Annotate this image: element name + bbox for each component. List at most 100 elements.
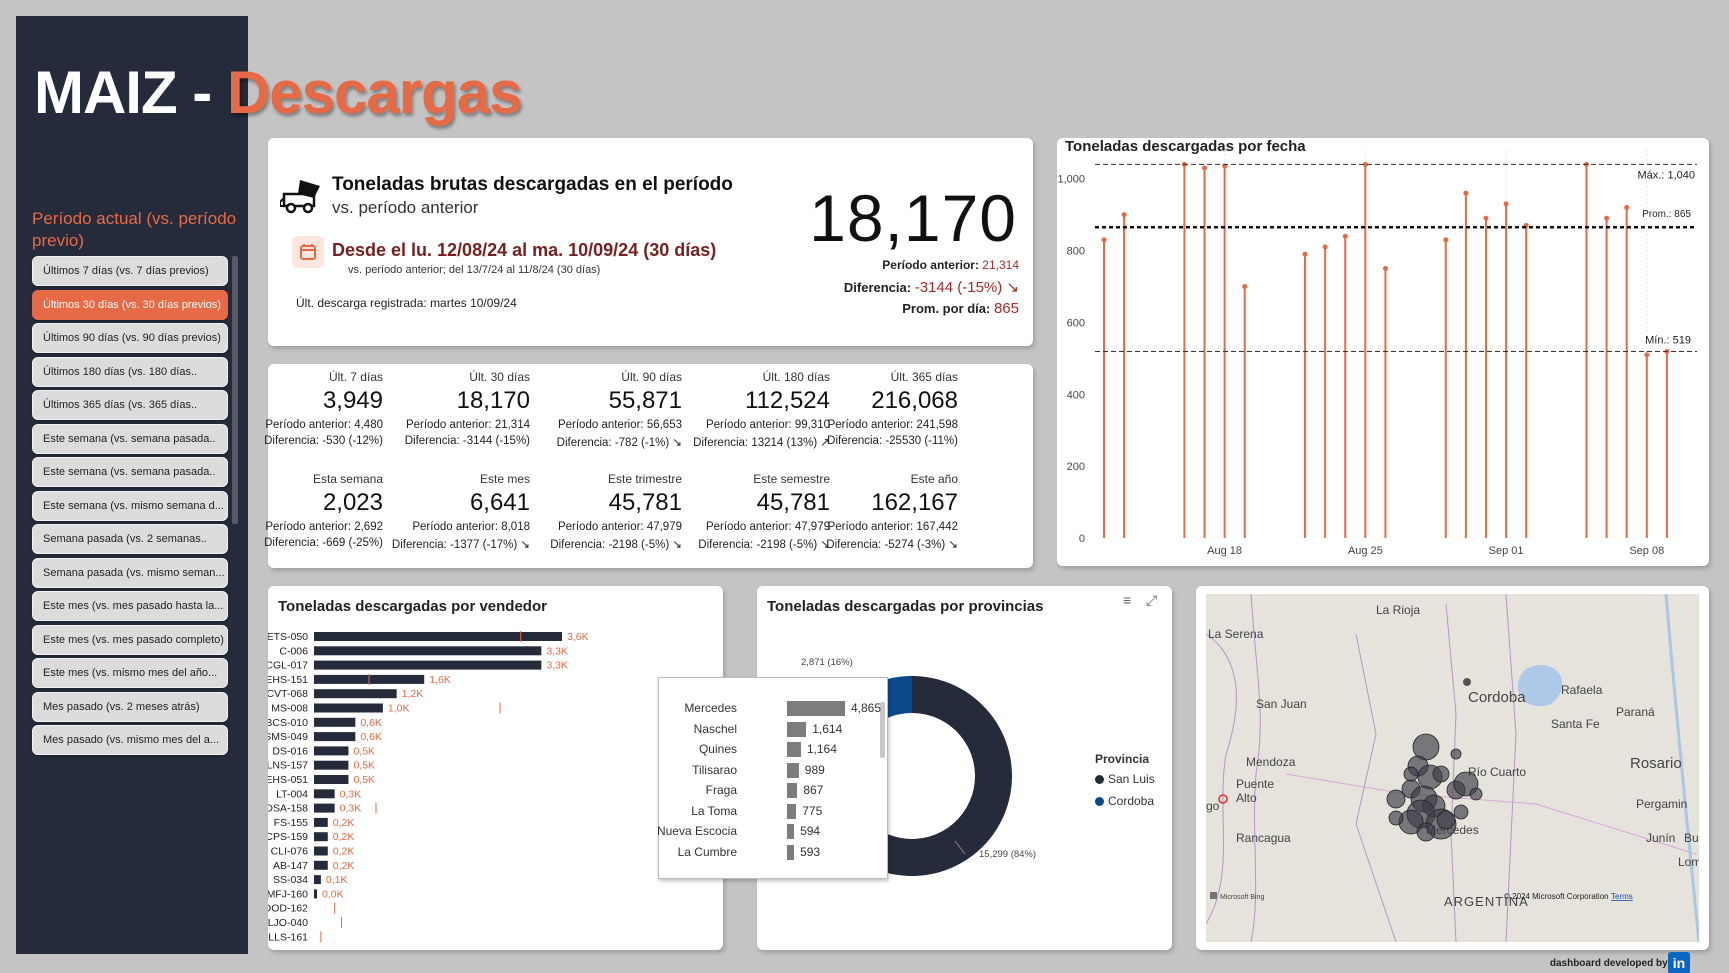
vendor-bar[interactable]: [314, 875, 321, 885]
vendor-value-label: 0,3K: [340, 803, 362, 815]
vendor-bar[interactable]: [314, 789, 335, 799]
timeline-chart-card: Toneladas descargadas por fecha 0 200 400 6…: [1057, 138, 1709, 566]
kpi-difference: Diferencia: -669 (-25%): [264, 537, 383, 549]
date-point[interactable]: [1644, 352, 1650, 358]
map-bubble[interactable]: [1416, 822, 1436, 842]
period-option[interactable]: Últimos 30 días (vs. 30 días previos): [32, 289, 228, 320]
period-option[interactable]: Este semana (vs. semana pasada..: [32, 457, 228, 487]
period-option[interactable]: Semana pasada (vs. 2 semanas..: [32, 524, 228, 554]
date-point[interactable]: [1322, 244, 1328, 250]
last-unload: Últ. descarga registrada: martes 10/09/2…: [296, 296, 517, 310]
vendor-bar[interactable]: [314, 846, 328, 856]
date-point[interactable]: [1483, 215, 1489, 221]
map-canvas[interactable]: La Rioja La Serena Cordoba Rafaela San Juan S…: [1206, 594, 1699, 942]
map-bubble[interactable]: [1436, 810, 1456, 830]
vendor-bar[interactable]: [314, 803, 335, 813]
map-place-label: Mendoza: [1246, 755, 1296, 769]
linkedin-icon[interactable]: in: [1668, 952, 1690, 973]
period-option[interactable]: Semana pasada (vs. mismo seman...: [32, 557, 228, 588]
kpi-previous: Período anterior: 8,018: [412, 521, 530, 533]
map-terms-link[interactable]: Terms: [1611, 892, 1633, 901]
map-bubble[interactable]: [1432, 765, 1450, 783]
kpi-label: Últ. 7 días: [328, 370, 383, 384]
map-bubble[interactable]: [1453, 804, 1469, 820]
map-bubble[interactable]: [1388, 810, 1404, 826]
vendor-bar[interactable]: [314, 889, 317, 899]
date-point[interactable]: [1302, 251, 1308, 257]
date-point[interactable]: [1202, 165, 1208, 171]
period-option[interactable]: Últimos 90 días (vs. 90 días previos): [32, 323, 228, 353]
max-label: Máx.: 1,040: [1638, 169, 1695, 181]
date-point[interactable]: [1463, 190, 1469, 196]
tooltip-value: 1,164: [806, 742, 837, 756]
period-option[interactable]: Últimos 365 días (vs. 365 días..: [32, 390, 228, 420]
y-tick-label: 0: [1079, 533, 1085, 545]
vendor-bar[interactable]: [314, 660, 542, 670]
vendor-bar[interactable]: [314, 646, 542, 656]
microsoft-logo-icon: [1210, 892, 1217, 899]
kpi-label: Este mes: [479, 472, 530, 486]
tooltip-bar: [787, 762, 799, 778]
vendor-bar[interactable]: [314, 775, 349, 784]
map-bubble[interactable]: [1403, 766, 1419, 782]
vendor-value-label: 0,3K: [340, 788, 362, 800]
vendor-bar[interactable]: [314, 717, 356, 727]
period-option[interactable]: Este semana (vs. semana pasada..: [32, 423, 228, 454]
tooltip-value: 867: [803, 783, 824, 797]
map-bubble[interactable]: [1469, 787, 1483, 801]
date-point[interactable]: [1443, 237, 1449, 243]
map-bubble[interactable]: [1450, 748, 1462, 760]
date-point[interactable]: [1342, 233, 1348, 239]
vendor-label: SMS-049: [268, 731, 308, 743]
map[interactable]: La Rioja La Serena Cordoba Rafaela San Juan S…: [1206, 594, 1699, 942]
date-point[interactable]: [1121, 212, 1127, 218]
kpi-previous: Período anterior: 241,598: [827, 419, 958, 431]
legend-item-cordoba[interactable]: Cordoba: [1095, 794, 1155, 808]
map-bubble[interactable]: [1386, 789, 1406, 809]
footer-credit: dashboard developed by:: [1549, 958, 1671, 969]
vendor-value-label: 0,2K: [333, 860, 355, 872]
vendor-bar[interactable]: [314, 832, 328, 842]
vendor-bar[interactable]: [314, 732, 356, 742]
vendor-bar[interactable]: [314, 860, 328, 870]
period-slicer: Últimos 7 días (vs. 7 días previos) Últim…: [32, 256, 228, 759]
kpi-value: 45,781: [608, 489, 682, 516]
date-point[interactable]: [1503, 201, 1509, 207]
tooltip-bar: [787, 742, 801, 757]
vendor-label: KJEHS-051: [268, 774, 308, 786]
vendor-value-label: 0,2K: [333, 817, 355, 829]
vendor-bar[interactable]: [314, 817, 328, 827]
date-point[interactable]: [1101, 237, 1107, 243]
main-kpi-card: Toneladas brutas descargadas en el perío…: [268, 138, 1033, 346]
vendor-label: MS-008: [271, 703, 308, 715]
vendor-value-label: 0,5K: [353, 760, 375, 772]
period-option[interactable]: Este mes (vs. mes pasado completo): [32, 624, 228, 655]
vendor-bar[interactable]: [314, 689, 397, 699]
date-point[interactable]: [1624, 204, 1630, 210]
map-bubble[interactable]: [1463, 678, 1471, 686]
date-point[interactable]: [1242, 284, 1248, 290]
period-option[interactable]: Este semana (vs. mismo semana d...: [32, 490, 228, 521]
vendor-bar[interactable]: [314, 746, 349, 756]
period-option[interactable]: Este mes (vs. mes pasado hasta la...: [32, 591, 228, 621]
period-option[interactable]: Mes pasado (vs. 2 meses atrás): [32, 691, 228, 722]
vendor-label: RBCS-010: [268, 717, 308, 729]
kpi-tile: Últ. 30 días 18,170 Período anterior: 21,3…: [380, 370, 530, 447]
vendor-bar[interactable]: [314, 703, 383, 713]
difference: Diferencia: -3144 (-15%) ↘: [843, 279, 1019, 296]
period-option[interactable]: Este mes (vs. mismo mes del año...: [32, 658, 228, 688]
map-place-label: Rafaela: [1561, 683, 1603, 697]
legend-item-san-luis[interactable]: San Luis: [1095, 772, 1155, 786]
date-point[interactable]: [1382, 266, 1388, 272]
period-option[interactable]: Últimos 7 días (vs. 7 días previos): [32, 256, 228, 286]
date-point[interactable]: [1604, 215, 1610, 221]
vendor-value-label: 1,2K: [402, 688, 424, 700]
vendor-bar[interactable]: [314, 760, 349, 770]
donut-legend: Provincia San Luis Cordoba: [1095, 752, 1155, 816]
period-option[interactable]: Últimos 180 días (vs. 180 días..: [32, 356, 228, 387]
vendor-bar[interactable]: [314, 632, 562, 641]
map-place-label: Alto: [1236, 791, 1257, 805]
period-option[interactable]: Mes pasado (vs. mismo mes del a...: [32, 725, 228, 755]
tooltip-city: Mercedes: [684, 701, 737, 715]
vendor-value-label: 3,3K: [546, 645, 568, 657]
